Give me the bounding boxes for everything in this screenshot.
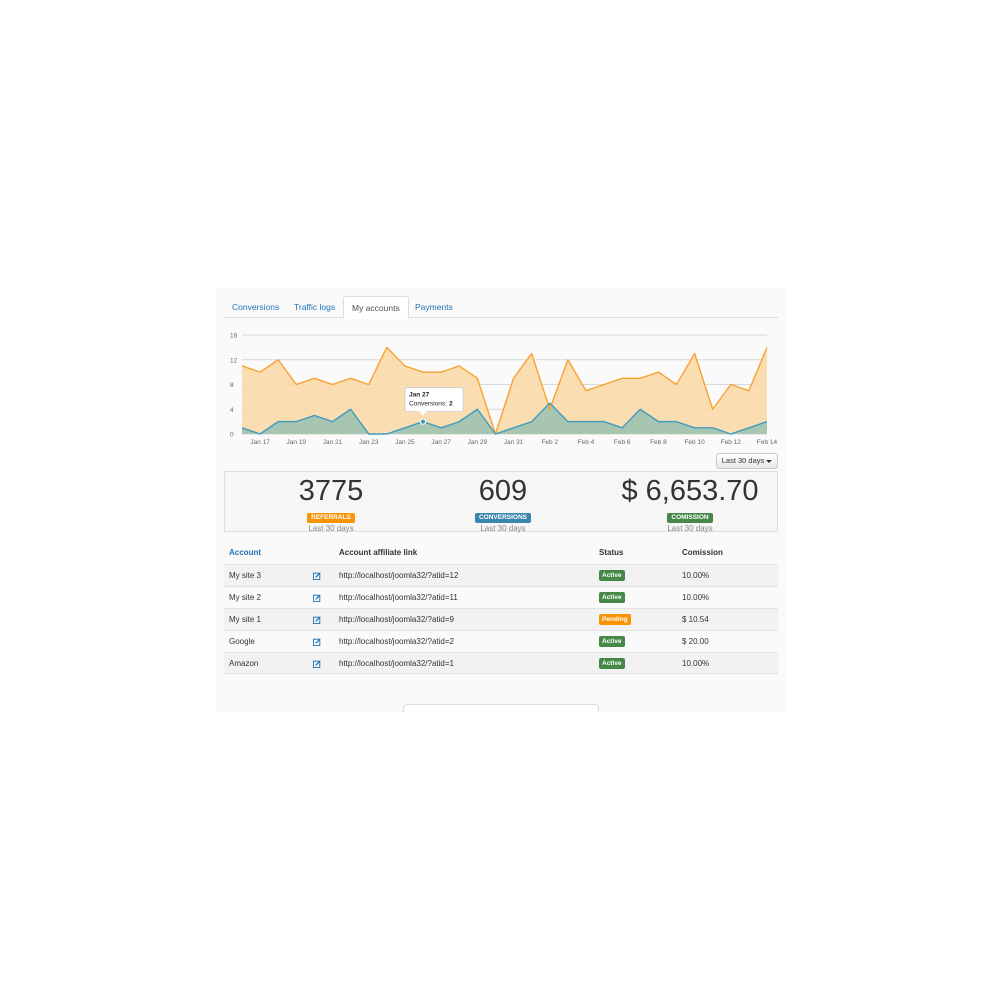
- tooltip-point: [419, 418, 427, 425]
- tooltip-label: Conversions:: [409, 401, 447, 408]
- account-name: Google: [229, 637, 255, 646]
- stat-commission: $ 6,653.70 COMISSION Last 30 days: [605, 476, 775, 534]
- tab-my-accounts[interactable]: My accounts: [343, 296, 409, 319]
- area-chart: 0 4 8 12 16 Jan 17 Jan 19 Jan 21 Jan 23 Jan 25 Jan…: [230, 333, 778, 447]
- x-tick-label: Jan 27: [431, 439, 451, 446]
- commission-value: $ 20.00: [682, 637, 709, 646]
- x-tick-label: Feb 12: [721, 439, 742, 446]
- status-cell: Pending: [599, 609, 631, 630]
- affiliate-link: http://localhost/joomla32/?atid=11: [339, 593, 458, 602]
- tab-bar: Conversions Traffic logs My accounts Pay…: [224, 296, 778, 319]
- account-name: My site 1: [229, 615, 262, 624]
- x-tick-label: Feb 2: [541, 439, 558, 446]
- accounts-table: Account Account affiliate link Status Co…: [224, 542, 778, 674]
- table-body: My site 3 http://localhost/joomla32/?atid…: [224, 564, 778, 674]
- x-tick-label: Feb 4: [578, 439, 595, 446]
- edit-button[interactable]: [313, 565, 321, 586]
- affiliate-panel: Conversions Traffic logs My accounts Pay…: [216, 288, 786, 712]
- stats-summary: 3775 REFERRALS Last 30 days 609 CONVERSI…: [224, 471, 778, 534]
- x-tick-label: Feb 8: [650, 439, 667, 446]
- commission-value: $ 10.54: [682, 615, 709, 624]
- y-tick-label: 8: [230, 382, 234, 389]
- table-row: My site 2 http://localhost/joomla32/?atid…: [224, 586, 778, 608]
- stat-commission-value: $ 6,653.70: [621, 475, 759, 507]
- status-badge: Active: [599, 658, 625, 670]
- status-cell: Active: [599, 565, 625, 586]
- status-badge: Active: [599, 636, 625, 648]
- x-tick-label: Feb 14: [757, 439, 778, 446]
- x-tick-label: Jan 17: [250, 439, 270, 446]
- stat-conversions-value: 609: [478, 475, 528, 507]
- affiliate-link: http://localhost/joomla32/?atid=1: [339, 659, 454, 668]
- x-tick-label: Feb 10: [684, 439, 705, 446]
- edit-icon[interactable]: [313, 616, 321, 624]
- tab-traffic-logs[interactable]: Traffic logs: [286, 296, 343, 318]
- date-range-label: Last 30 days: [721, 456, 765, 465]
- stat-referrals-badge: REFERRALS: [307, 513, 355, 523]
- x-tick-label: Jan 21: [323, 439, 343, 446]
- status-column-header: Status: [599, 548, 624, 557]
- tooltip-title: Jan 27: [409, 392, 430, 399]
- stat-commission-badge: COMISSION: [667, 513, 713, 523]
- account-column-header[interactable]: Account: [229, 542, 261, 564]
- x-tick-label: Jan 29: [468, 439, 488, 446]
- tooltip-value: 2: [449, 401, 453, 408]
- stat-referrals-value: 3775: [298, 475, 364, 507]
- edit-button[interactable]: [313, 631, 321, 652]
- status-cell: Active: [599, 653, 625, 674]
- y-tick-label: 0: [230, 432, 234, 439]
- table-row: My site 1 http://localhost/joomla32/?atid…: [224, 608, 778, 630]
- commission-value: 10.00%: [682, 593, 710, 602]
- edit-icon[interactable]: [313, 594, 321, 602]
- edit-icon[interactable]: [313, 638, 321, 646]
- account-name: My site 3: [229, 571, 262, 580]
- status-cell: Active: [599, 587, 625, 608]
- x-tick-label: Jan 23: [359, 439, 379, 446]
- y-tick-label: 4: [230, 407, 234, 414]
- edit-button[interactable]: [313, 587, 321, 608]
- y-tick-label: 16: [230, 333, 238, 340]
- status-badge: Active: [599, 570, 625, 582]
- affiliate-link: http://localhost/joomla32/?atid=12: [339, 571, 459, 580]
- x-tick-label: Jan 25: [395, 439, 415, 446]
- edit-button[interactable]: [313, 609, 321, 630]
- stat-conversions-badge: CONVERSIONS: [474, 513, 532, 523]
- stat-referrals-period: Last 30 days: [308, 524, 354, 533]
- affiliate-link: http://localhost/joomla32/?atid=2: [339, 637, 454, 646]
- y-tick-label: 12: [230, 357, 238, 364]
- tab-conversions[interactable]: Conversions: [224, 296, 287, 318]
- commission-column-header: Comission: [682, 548, 723, 557]
- account-name: Amazon: [229, 659, 259, 668]
- status-cell: Active: [599, 631, 625, 652]
- x-tick-label: Jan 31: [504, 439, 524, 446]
- table-row: Google http://localhost/joomla32/?atid=2 A…: [224, 630, 778, 652]
- stat-conversions-period: Last 30 days: [480, 524, 526, 533]
- stat-referrals: 3775 REFERRALS Last 30 days: [261, 476, 401, 534]
- date-range-dropdown[interactable]: Last 30 days: [716, 453, 778, 469]
- status-badge: Active: [599, 592, 625, 604]
- x-tick-label: Jan 19: [287, 439, 307, 446]
- x-tick-label: Feb 6: [614, 439, 631, 446]
- stat-commission-period: Last 30 days: [667, 524, 713, 533]
- table-row: Amazon http://localhost/joomla32/?atid=1 A…: [224, 652, 778, 674]
- edit-icon[interactable]: [313, 572, 321, 580]
- affiliate-link: http://localhost/joomla32/?atid=9: [339, 615, 454, 624]
- commission-value: 10.00%: [682, 659, 710, 668]
- link-column-header: Account affiliate link: [339, 548, 418, 557]
- pagination: [403, 704, 599, 712]
- status-badge: Pending: [599, 614, 631, 626]
- tab-payments[interactable]: Payments: [407, 296, 461, 318]
- table-row: My site 3 http://localhost/joomla32/?atid…: [224, 564, 778, 586]
- table-header: Account Account affiliate link Status Co…: [224, 542, 778, 564]
- stat-conversions: 609 CONVERSIONS Last 30 days: [433, 476, 573, 534]
- chevron-down-icon: [766, 459, 773, 463]
- commission-value: 10.00%: [682, 571, 710, 580]
- edit-icon[interactable]: [313, 660, 321, 668]
- edit-button[interactable]: [313, 653, 321, 674]
- account-name: My site 2: [229, 593, 262, 602]
